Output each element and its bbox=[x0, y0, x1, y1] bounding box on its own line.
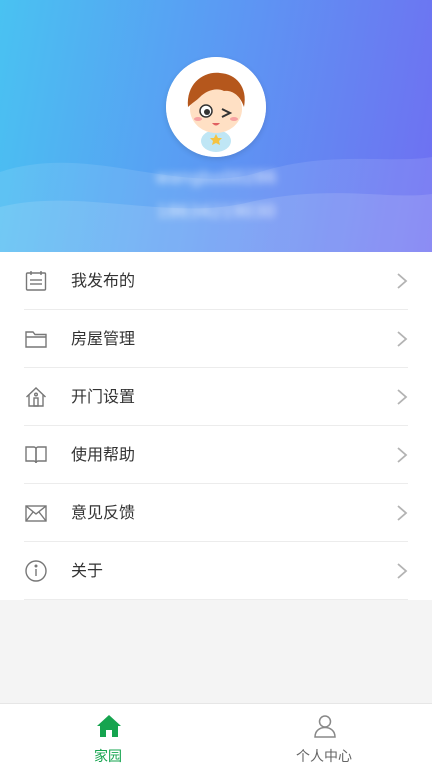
bottom-tab-bar: 家园 个人中心 bbox=[0, 703, 432, 769]
tab-profile[interactable]: 个人中心 bbox=[216, 704, 432, 769]
chevron-right-icon bbox=[396, 330, 408, 348]
phone-number-text: 18634219030 bbox=[156, 202, 276, 222]
menu-item-door-settings[interactable]: 开门设置 bbox=[0, 368, 432, 426]
envelope-icon bbox=[24, 501, 48, 525]
tab-label: 家园 bbox=[94, 749, 122, 765]
chevron-right-icon bbox=[396, 446, 408, 464]
tab-home[interactable]: 家园 bbox=[0, 704, 216, 769]
menu-item-help[interactable]: 使用帮助 bbox=[0, 426, 432, 484]
menu-item-my-posts[interactable]: 我发布的 bbox=[0, 252, 432, 310]
profile-header: wangbo00286 18634219030 bbox=[0, 0, 432, 252]
chevron-right-icon bbox=[396, 504, 408, 522]
menu-item-label: 使用帮助 bbox=[71, 445, 136, 464]
menu-item-label: 房屋管理 bbox=[71, 329, 136, 348]
settings-menu: 我发布的 房屋管理 开门设置 使用帮助 意见反馈 关于 bbox=[0, 252, 432, 600]
book-icon bbox=[24, 443, 48, 467]
chevron-right-icon bbox=[396, 562, 408, 580]
menu-item-label: 开门设置 bbox=[71, 387, 136, 406]
house-icon bbox=[24, 385, 48, 409]
username-text: wangbo00286 bbox=[155, 168, 277, 188]
menu-item-house-management[interactable]: 房屋管理 bbox=[0, 310, 432, 368]
avatar[interactable] bbox=[166, 57, 266, 157]
menu-item-about[interactable]: 关于 bbox=[0, 542, 432, 600]
info-icon bbox=[24, 559, 48, 583]
chevron-right-icon bbox=[396, 388, 408, 406]
calendar-icon bbox=[24, 269, 48, 293]
chevron-right-icon bbox=[396, 272, 408, 290]
home-icon bbox=[96, 713, 122, 739]
menu-item-feedback[interactable]: 意见反馈 bbox=[0, 484, 432, 542]
folder-icon bbox=[24, 327, 48, 351]
menu-item-label: 意见反馈 bbox=[71, 503, 136, 522]
menu-item-label: 我发布的 bbox=[71, 271, 136, 290]
menu-item-label: 关于 bbox=[71, 561, 104, 580]
user-icon bbox=[312, 713, 338, 739]
cartoon-boy-avatar bbox=[166, 57, 266, 157]
tab-label: 个人中心 bbox=[296, 749, 352, 765]
